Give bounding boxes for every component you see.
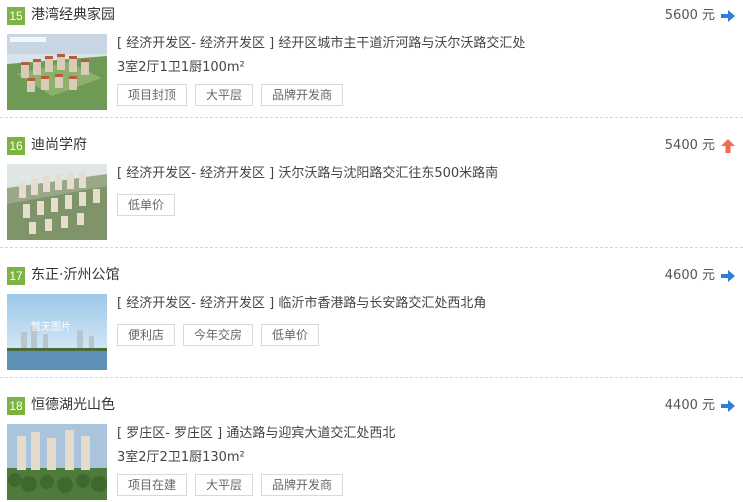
property-list: 15 港湾经典家园 5600 元 [经济开发区- 经济开发区] 经开区城市主… <box>0 0 743 502</box>
property-name-link[interactable]: 东正·沂州公馆 <box>31 265 119 285</box>
feature-tag: 品牌开发商 <box>261 474 344 496</box>
property-thumbnail[interactable] <box>7 164 107 240</box>
property-address: [ 经济开发区- 经济开发区 ] 经开区城市主干道沂河路与沃尔沃路交汇处 <box>117 36 526 51</box>
price-label: 5400 元 <box>664 138 715 153</box>
property-name-link[interactable]: 港湾经典家园 <box>31 5 115 25</box>
price-label: 5600 元 <box>664 8 715 23</box>
rank-badge: 15 <box>7 7 25 25</box>
list-item[interactable]: 15 港湾经典家园 5600 元 [经济开发区- 经济开发区] 经开区城市主… <box>0 0 743 118</box>
divider <box>0 377 743 378</box>
property-thumbnail[interactable]: 暂无图片 <box>7 294 107 370</box>
arrow-right-icon <box>721 400 735 412</box>
rank-badge: 17 <box>7 267 25 285</box>
property-layout: 3室2厅2卫1厨130m² <box>117 450 245 465</box>
no-image-text: 暂无图片 <box>31 322 71 333</box>
arrow-right-icon <box>721 270 735 282</box>
property-address: [ 经济开发区- 经济开发区 ] 沃尔沃路与沈阳路交汇往东500米路南 <box>117 166 499 181</box>
arrow-up-icon <box>721 139 735 153</box>
rank-badge: 16 <box>7 137 25 155</box>
feature-tag: 品牌开发商 <box>261 84 344 106</box>
property-layout: 3室2厅1卫1厨100m² <box>117 60 245 75</box>
tag-list: 项目封顶 大平层 品牌开发商 <box>117 84 344 106</box>
divider <box>0 117 743 118</box>
list-item[interactable]: 17 东正·沂州公馆 4600 元 暂无图片 [经济开发区- 经济开发区] … <box>0 260 743 378</box>
price-label: 4600 元 <box>664 268 715 283</box>
feature-tag: 便利店 <box>117 324 176 346</box>
feature-tag: 低单价 <box>117 194 176 216</box>
list-item[interactable]: 16 迪尚学府 5400 元 [经济开发区- 经济开发区] 沃尔沃路与沈阳路… <box>0 130 743 248</box>
divider <box>0 247 743 248</box>
tag-list: 低单价 <box>117 194 176 216</box>
property-address: [ 经济开发区- 经济开发区 ] 临沂市香港路与长安路交汇处西北角 <box>117 296 487 311</box>
tag-list: 便利店 今年交房 低单价 <box>117 324 320 346</box>
property-thumbnail[interactable] <box>7 34 107 110</box>
feature-tag: 大平层 <box>195 84 254 106</box>
arrow-right-icon <box>721 10 735 22</box>
property-address: [ 罗庄区- 罗庄区 ] 通达路与迎宾大道交汇处西北 <box>117 426 396 441</box>
feature-tag: 低单价 <box>261 324 320 346</box>
property-name-link[interactable]: 恒德湖光山色 <box>31 395 115 415</box>
feature-tag: 项目封顶 <box>117 84 188 106</box>
property-thumbnail[interactable] <box>7 424 107 500</box>
feature-tag: 今年交房 <box>183 324 254 346</box>
property-name-link[interactable]: 迪尚学府 <box>31 135 87 155</box>
list-item[interactable]: 18 恒德湖光山色 4400 元 [ 罗庄区- 罗庄区 ] 通达路与迎宾大道交汇… <box>0 390 743 502</box>
feature-tag: 大平层 <box>195 474 254 496</box>
tag-list: 项目在建 大平层 品牌开发商 <box>117 474 344 496</box>
price-label: 4400 元 <box>664 398 715 413</box>
feature-tag: 项目在建 <box>117 474 188 496</box>
rank-badge: 18 <box>7 397 25 415</box>
